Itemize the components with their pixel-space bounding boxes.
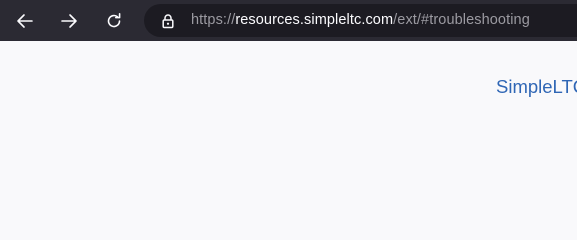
brand-logo-link[interactable]: SimpleLTC — [496, 76, 577, 98]
arrow-left-icon — [15, 11, 35, 31]
reload-icon — [104, 11, 124, 31]
lock-icon[interactable] — [160, 13, 176, 29]
url-text[interactable]: https://resources.simpleltc.com/ext/#tro… — [191, 12, 530, 29]
arrow-right-icon — [59, 11, 79, 31]
url-path: /ext/#troubleshooting — [393, 12, 530, 28]
reload-button[interactable] — [101, 8, 127, 34]
url-scheme: https:// — [191, 12, 236, 28]
page-content: SimpleLTC — [0, 41, 577, 222]
forward-button[interactable] — [56, 8, 82, 34]
url-bar[interactable]: https://resources.simpleltc.com/ext/#tro… — [144, 4, 577, 37]
url-host: resources.simpleltc.com — [235, 12, 394, 28]
back-button[interactable] — [12, 8, 38, 34]
browser-toolbar: https://resources.simpleltc.com/ext/#tro… — [0, 0, 577, 41]
